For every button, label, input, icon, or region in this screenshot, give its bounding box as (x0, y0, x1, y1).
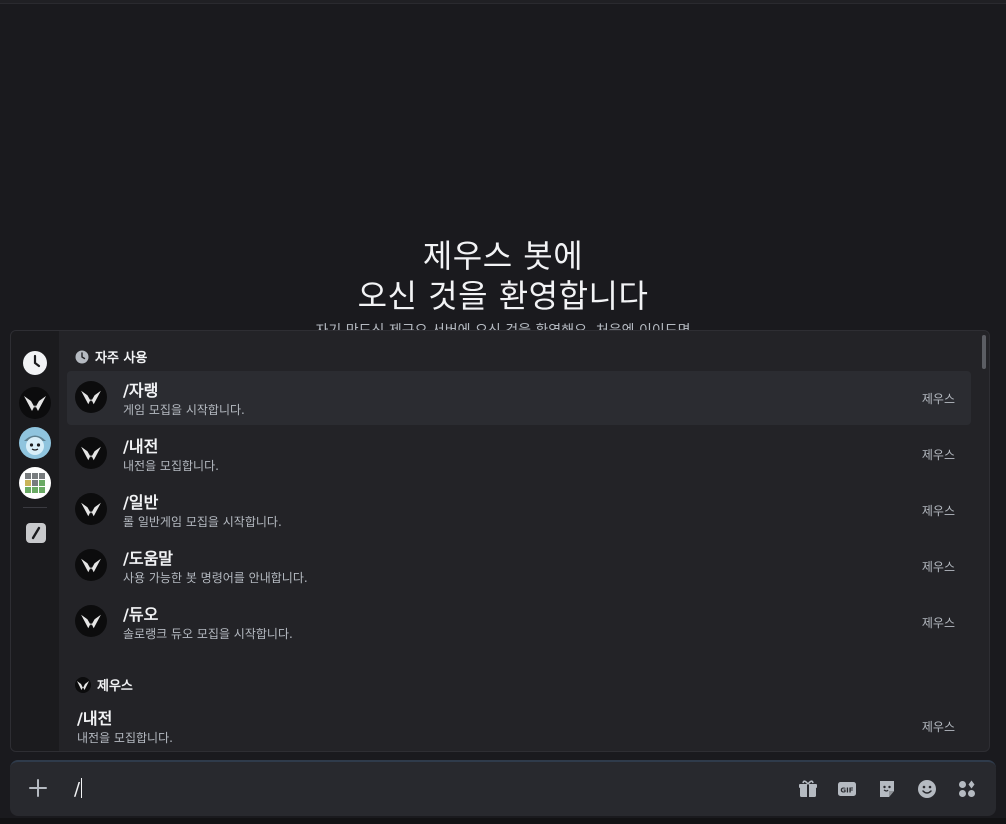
section-header-label: 제우스 (97, 679, 133, 694)
emoji-icon[interactable] (916, 778, 938, 800)
popup-scrollbar[interactable] (982, 335, 986, 369)
command-description: 롤 일반게임 모집을 시작합니다. (123, 515, 282, 529)
clock-icon (75, 350, 89, 363)
plus-icon[interactable] (26, 776, 50, 800)
command-row[interactable]: /도움말 사용 가능한 봇 명령어를 안내합니다. 제우스 (67, 539, 971, 593)
svg-text:GIF: GIF (840, 787, 853, 795)
command-category-rail (11, 331, 59, 751)
section-header-label: 자주 사용 (95, 351, 148, 366)
sticker-icon[interactable] (876, 778, 898, 800)
zeus-avatar-icon (75, 493, 107, 525)
command-bot-name: 제우스 (921, 504, 955, 518)
bot-mascot-icon[interactable] (19, 427, 51, 459)
command-row[interactable]: /내전 내전을 모집합니다. 제우스 (67, 699, 971, 751)
command-name: /도움말 (123, 549, 174, 568)
command-name: /내전 (123, 437, 159, 456)
section-header-frequent: 자주 사용 (75, 347, 147, 366)
command-bot-name: 제우스 (921, 448, 955, 462)
zeus-bot-icon[interactable] (19, 387, 51, 419)
bottom-border (0, 818, 1006, 824)
apps-icon[interactable] (956, 778, 978, 800)
gif-icon[interactable]: GIF (836, 778, 858, 800)
welcome-title-line1: 제우스 봇에 (422, 237, 584, 275)
top-border (0, 0, 1006, 4)
command-row[interactable]: /자랭 게임 모집을 시작합니다. 제우스 (67, 371, 971, 425)
zeus-avatar-icon (75, 549, 107, 581)
builtin-slash-icon[interactable] (26, 523, 46, 543)
zeus-small-icon (75, 676, 91, 693)
command-description: 솔로랭크 듀오 모집을 시작합니다. (123, 627, 293, 641)
message-input[interactable]: / (74, 778, 83, 800)
message-composer: / GIF (10, 760, 996, 816)
gift-icon[interactable] (797, 778, 819, 800)
command-bot-name: 제우스 (921, 392, 955, 406)
welcome-title-line2: 오신 것을 환영합니다 (357, 277, 649, 315)
command-name: /내전 (77, 709, 113, 728)
rail-separator (23, 507, 47, 508)
welcome-header: 제우스 봇에 오신 것을 환영합니다 자기 만드신 제구오 서버에 오신 것을 … (0, 236, 1006, 340)
zeus-avatar-icon (75, 381, 107, 413)
zeus-avatar-icon (75, 437, 107, 469)
command-name: /듀오 (123, 605, 159, 624)
grid-bot-icon[interactable] (19, 467, 51, 499)
command-bot-name: 제우스 (921, 720, 955, 734)
slash-command-popup: 자주 사용 /자랭 게임 모집을 시작합니다. 제우스 /내전 내전을 모집합니… (10, 330, 990, 752)
command-list: 자주 사용 /자랭 게임 모집을 시작합니다. 제우스 /내전 내전을 모집합니… (59, 331, 989, 751)
command-row[interactable]: /듀오 솔로랭크 듀오 모집을 시작합니다. 제우스 (67, 595, 971, 649)
command-description: 사용 가능한 봇 명령어를 안내합니다. (123, 571, 308, 585)
section-header-zeus: 제우스 (75, 675, 133, 694)
command-description: 내전을 모집합니다. (77, 731, 173, 745)
command-row[interactable]: /일반 롤 일반게임 모집을 시작합니다. 제우스 (67, 483, 971, 537)
command-name: /일반 (123, 493, 159, 512)
text-caret (81, 778, 83, 798)
command-description: 게임 모집을 시작합니다. (123, 403, 245, 417)
frequent-clock-icon[interactable] (19, 347, 51, 379)
message-input-value: / (74, 779, 81, 800)
zeus-avatar-icon (75, 605, 107, 637)
command-bot-name: 제우스 (921, 560, 955, 574)
command-row[interactable]: /내전 내전을 모집합니다. 제우스 (67, 427, 971, 481)
command-bot-name: 제우스 (921, 616, 955, 630)
command-name: /자랭 (123, 381, 159, 400)
command-description: 내전을 모집합니다. (123, 459, 219, 473)
